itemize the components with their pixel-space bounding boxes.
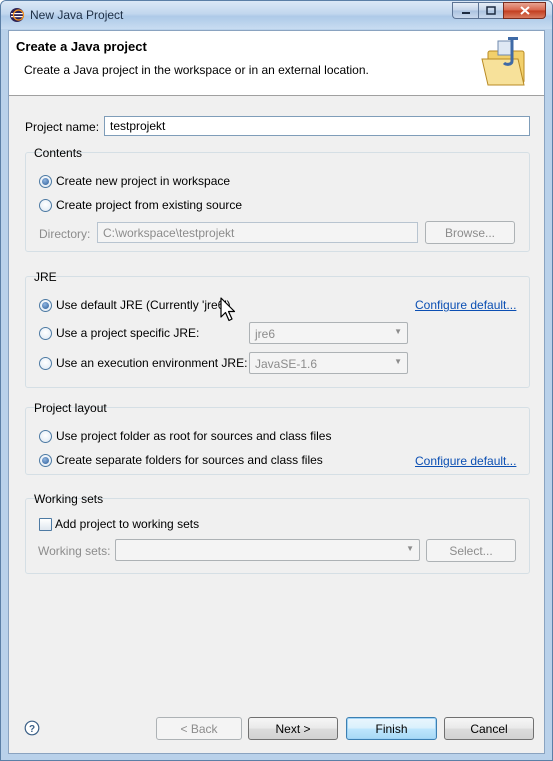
execution-environment-value: JavaSE-1.6 (255, 357, 318, 371)
new-java-project-window: New Java Project Create a Java project C… (0, 0, 553, 761)
dialog-client-area: Create a Java project Create a Java proj… (8, 30, 545, 754)
help-icon[interactable]: ? (24, 720, 40, 736)
separate-folders-label[interactable]: Create separate folders for sources and … (56, 453, 323, 467)
radio-project-folder-as-root[interactable] (39, 430, 52, 443)
default-jre-label[interactable]: Use default JRE (Currently 'jre6') (56, 298, 231, 312)
radio-create-new-in-workspace[interactable] (39, 175, 52, 188)
java-project-folder-icon (481, 37, 525, 86)
execution-environment-jre-label[interactable]: Use an execution environment JRE: (56, 356, 247, 370)
add-to-working-sets-checkbox[interactable] (39, 518, 52, 531)
eclipse-app-icon (10, 8, 25, 22)
chevron-down-icon: ▼ (394, 357, 402, 366)
jre-group-label: JRE (34, 270, 57, 284)
execution-environment-combo[interactable]: JavaSE-1.6 ▼ (249, 352, 408, 374)
directory-label: Directory: (39, 227, 91, 241)
radio-separate-folders[interactable] (39, 454, 52, 467)
wizard-header: Create a Java project Create a Java proj… (9, 31, 544, 96)
radio-create-from-existing[interactable] (39, 199, 52, 212)
wizard-description: Create a Java project in the workspace o… (24, 63, 369, 77)
create-new-in-workspace-label[interactable]: Create new project in workspace (56, 174, 230, 188)
radio-project-specific-jre[interactable] (39, 327, 52, 340)
project-specific-jre-label[interactable]: Use a project specific JRE: (56, 326, 199, 340)
project-specific-jre-combo[interactable]: jre6 ▼ (249, 322, 408, 344)
chevron-down-icon: ▼ (406, 544, 414, 553)
project-layout-group-label: Project layout (34, 401, 107, 415)
project-folder-as-root-label[interactable]: Use project folder as root for sources a… (56, 429, 331, 443)
svg-text:?: ? (29, 724, 35, 735)
back-button[interactable]: < Back (156, 717, 242, 740)
contents-group-label: Contents (34, 146, 83, 160)
working-sets-group (25, 498, 530, 574)
layout-configure-default-link[interactable]: Configure default... (415, 454, 516, 468)
window-controls (452, 2, 546, 20)
maximize-icon (486, 6, 496, 15)
close-button[interactable] (503, 2, 546, 19)
project-name-input[interactable] (104, 116, 530, 136)
create-from-existing-label[interactable]: Create project from existing source (56, 198, 242, 212)
browse-button[interactable]: Browse... (425, 221, 515, 244)
finish-button[interactable]: Finish (346, 717, 437, 740)
maximize-button[interactable] (478, 2, 503, 19)
next-button[interactable]: Next > (248, 717, 338, 740)
title-bar[interactable]: New Java Project (1, 1, 552, 29)
window-title: New Java Project (30, 8, 124, 22)
project-specific-jre-value: jre6 (255, 327, 276, 341)
minimize-icon (461, 11, 470, 14)
close-icon (519, 6, 530, 15)
working-sets-group-label: Working sets (34, 492, 104, 506)
directory-input[interactable] (97, 222, 418, 243)
cancel-button[interactable]: Cancel (444, 717, 534, 740)
project-name-label: Project name: (25, 120, 100, 134)
working-sets-combo[interactable]: ▼ (115, 539, 420, 561)
minimize-button[interactable] (452, 2, 478, 19)
select-working-sets-button[interactable]: Select... (426, 539, 516, 562)
radio-default-jre[interactable] (39, 299, 52, 312)
mouse-pointer-icon (220, 297, 236, 322)
wizard-title: Create a Java project (16, 39, 147, 54)
radio-execution-environment-jre[interactable] (39, 357, 52, 370)
working-sets-label: Working sets: (38, 544, 111, 558)
chevron-down-icon: ▼ (394, 327, 402, 336)
add-to-working-sets-label[interactable]: Add project to working sets (55, 517, 199, 531)
jre-configure-default-link[interactable]: Configure default... (415, 298, 516, 312)
